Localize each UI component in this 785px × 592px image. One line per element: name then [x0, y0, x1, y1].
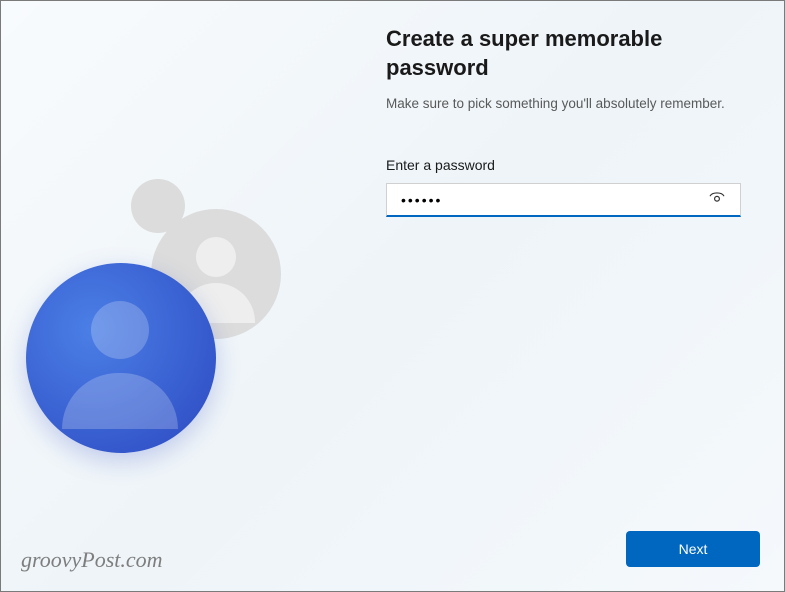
password-input-wrapper[interactable]	[386, 183, 741, 217]
oobe-illustration	[1, 171, 341, 471]
watermark: groovyPost.com	[21, 547, 163, 573]
page-title: Create a super memorable password	[386, 25, 741, 82]
next-button[interactable]: Next	[626, 531, 760, 567]
page-subtitle: Make sure to pick something you'll absol…	[386, 96, 741, 111]
reveal-password-button[interactable]	[704, 185, 730, 214]
password-input[interactable]	[401, 192, 704, 208]
person-silhouette-blue	[26, 263, 216, 453]
main-content: Create a super memorable password Make s…	[386, 25, 741, 217]
eye-icon	[708, 189, 726, 210]
password-label: Enter a password	[386, 157, 741, 173]
